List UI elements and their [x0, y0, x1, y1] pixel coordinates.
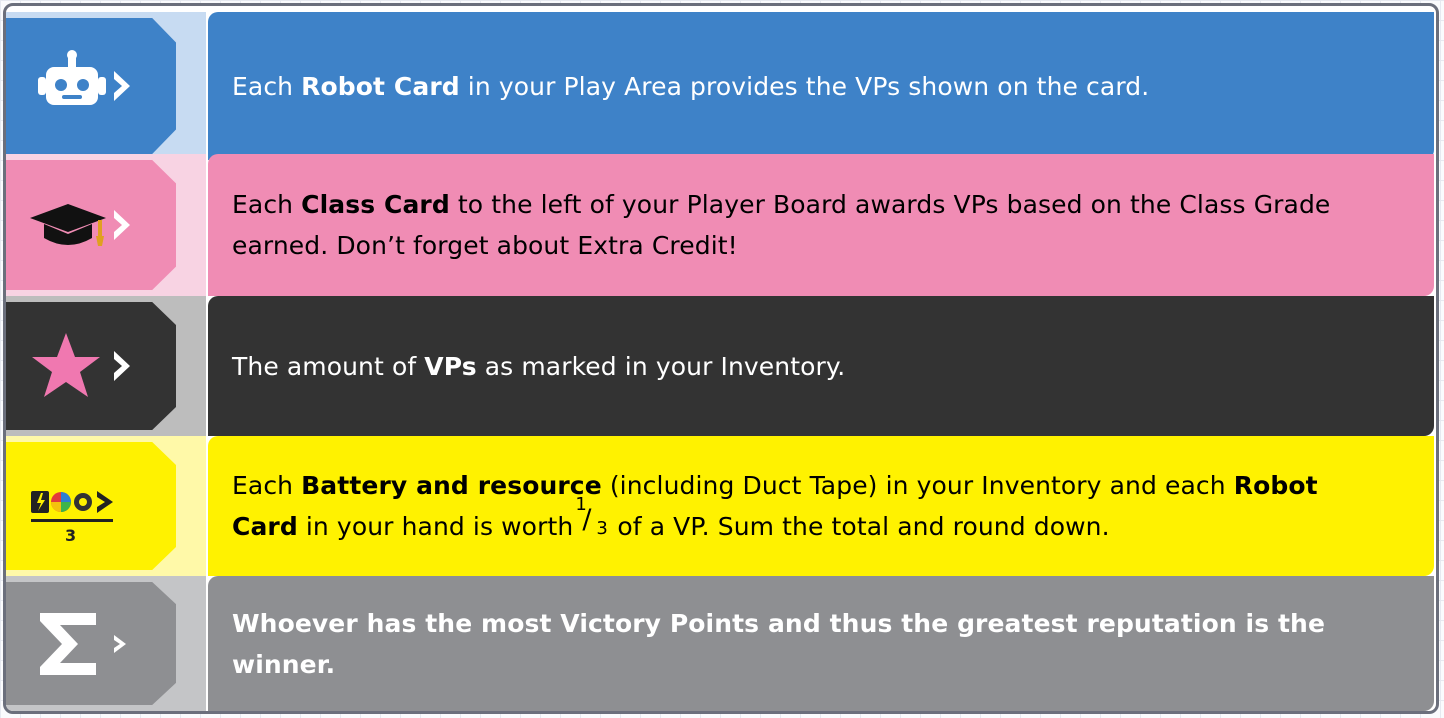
- icon-strip: [6, 154, 206, 296]
- row-battery-resources: 3 Each Battery and resource (including D…: [6, 436, 1436, 576]
- rule-panel: Each Battery and resource (including Duc…: [208, 436, 1434, 576]
- icon-strip: 3: [6, 436, 206, 576]
- rule-panel: The amount of VPs as marked in your Inve…: [208, 296, 1434, 436]
- sigma-icon: [40, 612, 126, 675]
- robot-head-icon: [38, 50, 130, 105]
- icon-tab: [6, 302, 176, 430]
- row-sum-winner: Whoever has the most Victory Points and …: [6, 576, 1436, 711]
- rule-panel: Each Class Card to the left of your Play…: [208, 154, 1434, 296]
- rule-panel: Whoever has the most Victory Points and …: [208, 576, 1434, 711]
- rule-text: Each Class Card to the left of your Play…: [232, 190, 1331, 260]
- icon-strip: [6, 576, 206, 711]
- icon-tab: 3: [6, 442, 176, 570]
- row-vps: The amount of VPs as marked in your Inve…: [6, 296, 1436, 436]
- scoring-table: Each Robot Card in your Play Area provid…: [3, 3, 1439, 714]
- rule-text: Whoever has the most Victory Points and …: [232, 608, 1326, 679]
- svg-text:3: 3: [65, 526, 76, 545]
- page-background: Each Robot Card in your Play Area provid…: [0, 0, 1444, 718]
- icon-strip: [6, 296, 206, 436]
- battery-resources-icon: 3: [31, 491, 113, 545]
- graduation-cap-icon: [30, 204, 130, 246]
- icon-tab: [6, 582, 176, 705]
- rule-panel: Each Robot Card in your Play Area provid…: [208, 12, 1434, 160]
- icon-strip: [6, 12, 206, 160]
- rule-text: Each Robot Card in your Play Area provid…: [232, 71, 1150, 101]
- rule-text: Each Battery and resource (including Duc…: [232, 471, 1318, 541]
- icon-tab: [6, 18, 176, 154]
- row-class-card: Each Class Card to the left of your Play…: [6, 154, 1436, 296]
- icon-tab: [6, 160, 176, 290]
- star-icon: [32, 333, 130, 397]
- one-third-fraction: 1/3: [575, 494, 608, 539]
- rule-text: The amount of VPs as marked in your Inve…: [232, 351, 846, 381]
- row-robot-card: Each Robot Card in your Play Area provid…: [6, 12, 1436, 160]
